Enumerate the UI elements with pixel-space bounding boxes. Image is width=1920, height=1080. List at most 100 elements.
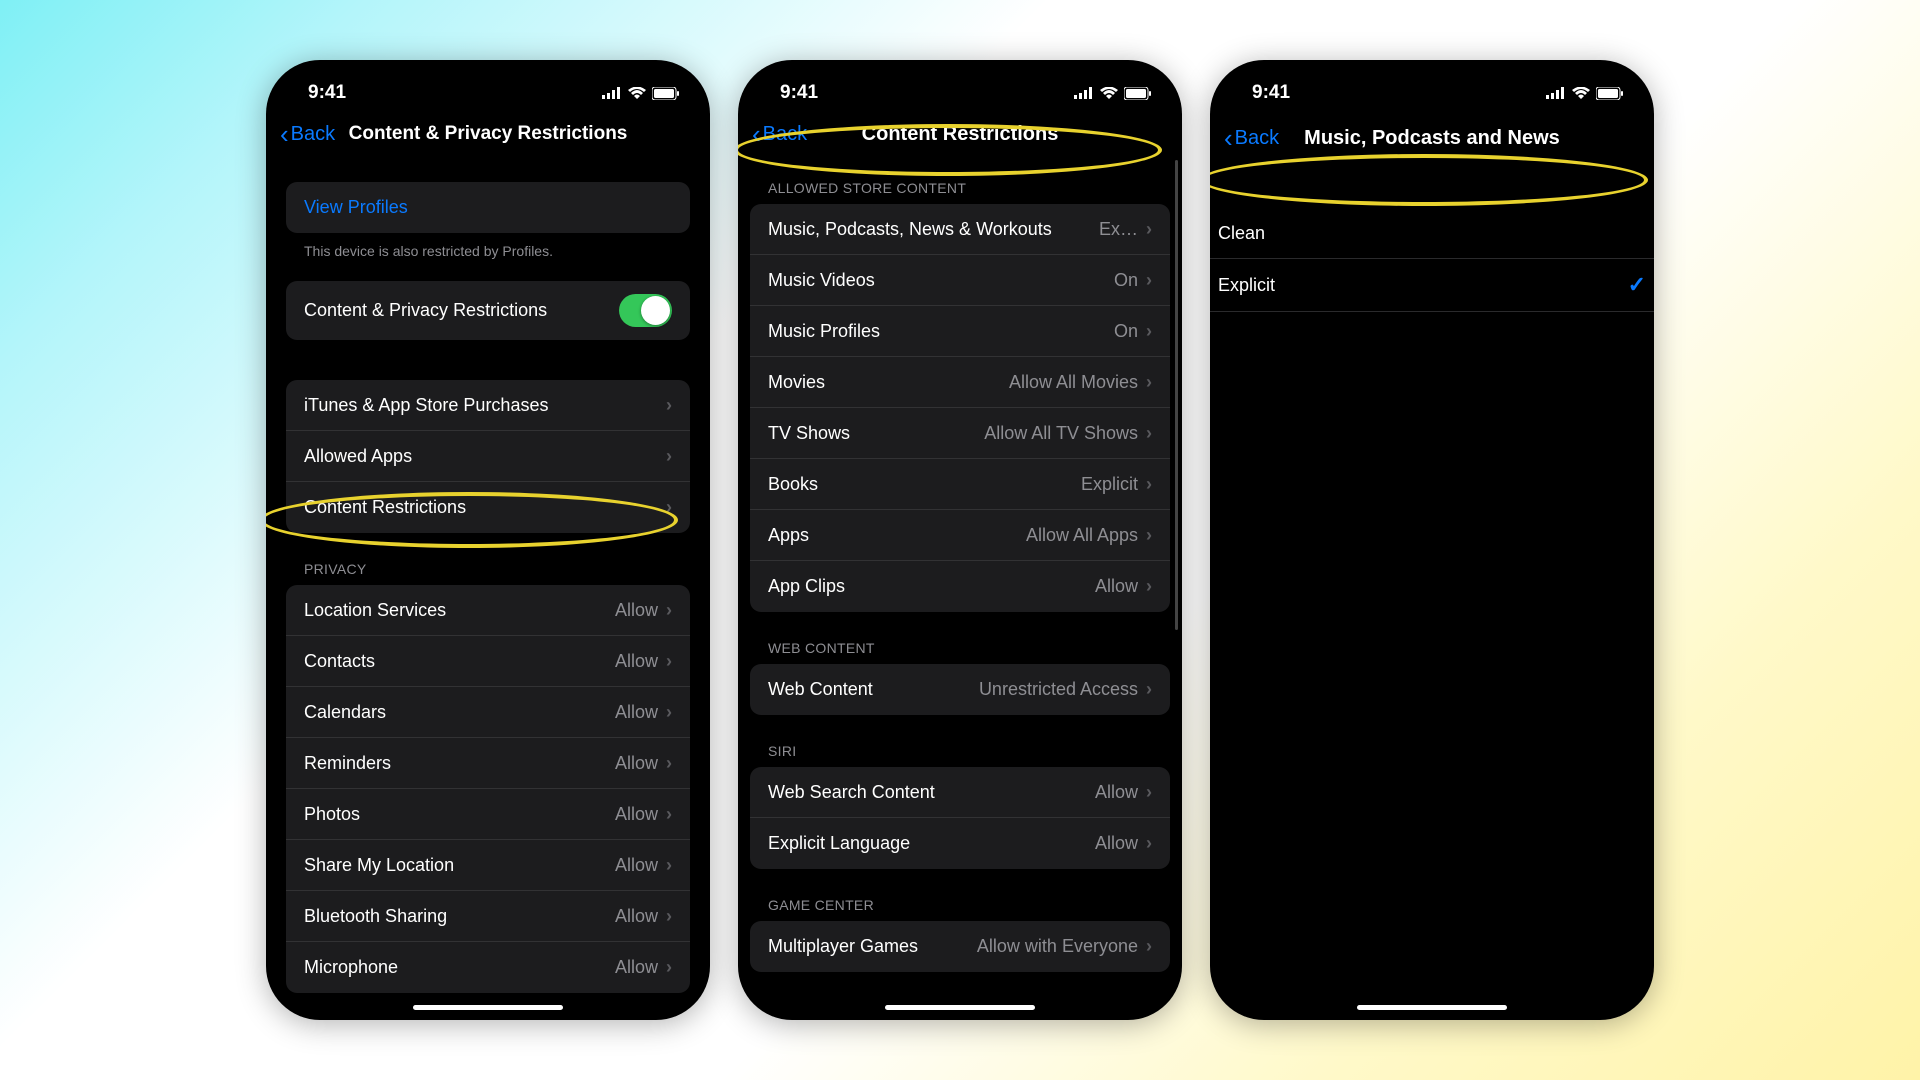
list-item[interactable]: RemindersAllow› <box>286 738 690 789</box>
row-right: Allow› <box>1095 782 1152 803</box>
chevron-right-icon: › <box>666 395 672 416</box>
row-right: Allow› <box>615 957 672 978</box>
back-button[interactable]: ‹ Back <box>280 119 335 150</box>
list-item[interactable]: Multiplayer Games Allow with Everyone › <box>750 921 1170 972</box>
row-right: Allow with Everyone › <box>977 936 1152 957</box>
list-item[interactable]: Music VideosOn› <box>750 255 1170 306</box>
nav-header: ‹ Back Content & Privacy Restrictions <box>266 108 710 160</box>
itunes-row[interactable]: iTunes & App Store Purchases › <box>286 380 690 431</box>
list-item[interactable]: Music ProfilesOn› <box>750 306 1170 357</box>
home-indicator[interactable] <box>885 1005 1035 1010</box>
row-value: Explicit <box>1081 474 1138 495</box>
row-label: Content Restrictions <box>304 497 466 518</box>
list-item[interactable]: Share My LocationAllow› <box>286 840 690 891</box>
wifi-icon <box>1572 87 1590 99</box>
back-label: Back <box>1235 127 1279 150</box>
chevron-left-icon: ‹ <box>1224 123 1233 154</box>
home-indicator[interactable] <box>1357 1005 1507 1010</box>
row-label: Reminders <box>304 753 391 774</box>
chevron-right-icon: › <box>1146 936 1152 957</box>
list-item[interactable]: Books Explicit › <box>750 459 1170 510</box>
list-item[interactable]: Music, Podcasts, News & WorkoutsEx…› <box>750 204 1170 255</box>
row-right: Allow› <box>1095 833 1152 854</box>
chevron-right-icon: › <box>1146 270 1152 291</box>
chevron-right-icon: › <box>666 651 672 672</box>
status-time: 9:41 <box>308 82 346 104</box>
row-value: Allow <box>1095 833 1138 854</box>
chevron-right-icon: › <box>666 957 672 978</box>
back-button[interactable]: ‹ Back <box>752 119 807 150</box>
list-item[interactable]: PhotosAllow› <box>286 789 690 840</box>
web-content-group: Web ContentUnrestricted Access› <box>750 664 1170 715</box>
list-item[interactable]: Bluetooth SharingAllow› <box>286 891 690 942</box>
status-bar: 9:41 <box>1210 60 1654 108</box>
row-value: On <box>1114 321 1138 342</box>
list-item[interactable]: Location ServicesAllow› <box>286 585 690 636</box>
siri-header: SIRI <box>750 743 1170 767</box>
list-item[interactable]: App ClipsAllow› <box>750 561 1170 612</box>
page-title: Music, Podcasts and News <box>1224 127 1640 150</box>
row-label: Explicit Language <box>768 833 910 854</box>
signal-icon <box>1546 87 1566 99</box>
list-item[interactable]: MoviesAllow All Movies› <box>750 357 1170 408</box>
list-item[interactable]: Clean <box>1210 208 1654 259</box>
list-item[interactable]: ContactsAllow› <box>286 636 690 687</box>
row-label: Multiplayer Games <box>768 936 918 957</box>
home-indicator[interactable] <box>413 1005 563 1010</box>
wifi-icon <box>628 87 646 99</box>
wifi-icon <box>1100 87 1118 99</box>
toggle-switch[interactable] <box>619 294 672 327</box>
view-profiles-row[interactable]: View Profiles <box>286 182 690 233</box>
list-item[interactable]: AppsAllow All Apps› <box>750 510 1170 561</box>
row-label: Books <box>768 474 818 495</box>
web-content-header: WEB CONTENT <box>750 640 1170 664</box>
row-label: Microphone <box>304 957 398 978</box>
chevron-right-icon: › <box>666 906 672 927</box>
list-item[interactable]: Web Search Content Allow› <box>750 767 1170 818</box>
allowed-apps-row[interactable]: Allowed Apps › <box>286 431 690 482</box>
phone-screen-1: 9:41 ‹ Back Content & Privacy Restrictio… <box>266 60 710 1020</box>
row-label: Allowed Apps <box>304 446 412 467</box>
row-label: Web Search Content <box>768 782 935 803</box>
page-title: Content & Privacy Restrictions <box>280 123 696 145</box>
list-item[interactable]: CalendarsAllow› <box>286 687 690 738</box>
status-icons <box>1546 87 1624 100</box>
list-item[interactable]: Explicit Language Allow› <box>750 818 1170 869</box>
content: View Profiles This device is also restri… <box>266 182 710 993</box>
master-toggle-row[interactable]: Content & Privacy Restrictions <box>286 281 690 340</box>
chevron-right-icon: › <box>1146 782 1152 803</box>
row-right: Unrestricted Access› <box>979 679 1152 700</box>
content-restrictions-row[interactable]: Content Restrictions › <box>286 482 690 533</box>
status-time: 9:41 <box>1252 82 1290 104</box>
profiles-note: This device is also restricted by Profil… <box>286 233 690 259</box>
list-item[interactable]: Explicit✓ <box>1210 259 1654 312</box>
privacy-header: PRIVACY <box>286 561 690 585</box>
restrictions-group: iTunes & App Store Purchases › Allowed A… <box>286 380 690 533</box>
chevron-right-icon: › <box>1146 474 1152 495</box>
status-bar: 9:41 <box>738 60 1182 108</box>
scrollbar[interactable] <box>1175 160 1178 630</box>
list-item[interactable]: TV ShowsAllow All TV Shows› <box>750 408 1170 459</box>
list-item[interactable]: Web ContentUnrestricted Access› <box>750 664 1170 715</box>
row-value: Allow <box>1095 576 1138 597</box>
gamecenter-header: GAME CENTER <box>750 897 1170 921</box>
phone-screen-2: 9:41 ‹ Back Content Restrictions ALLOWED… <box>738 60 1182 1020</box>
list-item[interactable]: Microphone Allow› <box>286 942 690 993</box>
row-right: Allow All TV Shows› <box>984 423 1152 444</box>
row-label: App Clips <box>768 576 845 597</box>
row-value: Allow All TV Shows <box>984 423 1138 444</box>
master-toggle-group: Content & Privacy Restrictions <box>286 281 690 340</box>
row-right: Allow› <box>615 855 672 876</box>
back-button[interactable]: ‹ Back <box>1224 123 1279 154</box>
chevron-left-icon: ‹ <box>280 119 289 150</box>
row-value: Allow with Everyone <box>977 936 1138 957</box>
row-label: Apps <box>768 525 809 546</box>
row-value: Allow <box>615 702 658 723</box>
chevron-right-icon: › <box>666 702 672 723</box>
page-title: Content Restrictions <box>752 123 1168 146</box>
row-value: Unrestricted Access <box>979 679 1138 700</box>
chevron-right-icon: › <box>666 600 672 621</box>
back-label: Back <box>291 123 335 146</box>
siri-group: Web Search ContentAllow›Explicit Languag… <box>750 767 1170 869</box>
row-value: Allow <box>615 753 658 774</box>
